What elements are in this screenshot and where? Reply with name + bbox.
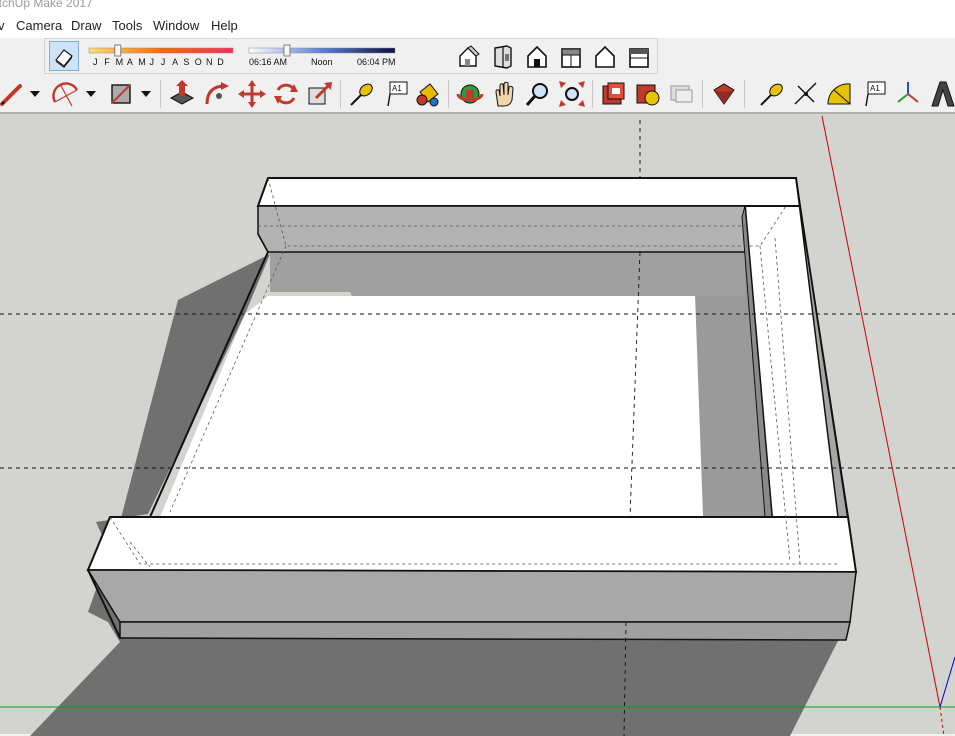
shadow-toolbar: JFMAMJJASOND 06:16 AM Noon 06:04 PM: [44, 38, 658, 74]
axes-icon[interactable]: [897, 82, 919, 103]
menu-view[interactable]: v: [0, 18, 5, 33]
month-label: A: [127, 57, 133, 67]
month-label: M: [116, 57, 124, 67]
month-label: J: [161, 57, 166, 67]
move-icon[interactable]: [238, 80, 266, 108]
time-slider-thumb[interactable]: [283, 44, 291, 57]
month-label: S: [183, 57, 189, 67]
left-view-icon[interactable]: [595, 45, 615, 68]
send-to-layout-icon[interactable]: [670, 85, 693, 103]
text-icon-label: A1: [392, 84, 402, 93]
shadows-toggle-icon: [55, 49, 73, 68]
red-axis-dashed: [939, 706, 945, 736]
pencil-dropdown[interactable]: [30, 91, 40, 97]
rectangle-icon[interactable]: [111, 84, 131, 104]
tape-measure-icon-2[interactable]: [760, 82, 785, 106]
zoom-icon[interactable]: [525, 83, 548, 106]
shadows-toggle-button[interactable]: [49, 41, 79, 71]
iso-view-icon[interactable]: [459, 45, 480, 67]
back-view-icon[interactable]: [561, 48, 581, 68]
3d-warehouse-icon[interactable]: [602, 82, 625, 105]
menu-help[interactable]: Help: [211, 18, 238, 33]
front-wall-base: [119, 621, 851, 641]
back-wall-top: [256, 177, 802, 207]
month-label: M: [138, 57, 146, 67]
text-icon[interactable]: A1: [387, 81, 408, 107]
time-mid-label: Noon: [311, 57, 333, 67]
views-toolbar: [451, 41, 651, 71]
drawing-viewport[interactable]: [0, 112, 955, 736]
push-pull-icon[interactable]: [169, 80, 195, 105]
menu-camera[interactable]: Camera: [16, 18, 62, 33]
month-label: J: [93, 57, 98, 67]
pan-icon[interactable]: [495, 81, 514, 107]
menu-tools[interactable]: Tools: [112, 18, 142, 33]
3d-text-icon[interactable]: [931, 81, 955, 107]
window-title: etchUp Make 2017: [0, 0, 93, 10]
scale-icon[interactable]: [308, 82, 332, 105]
interior-shadow-top: [270, 252, 745, 296]
text-label-icon-text: A1: [870, 84, 880, 93]
protractor-icon[interactable]: [827, 83, 851, 105]
month-label: O: [195, 57, 202, 67]
time-slider[interactable]: 06:16 AM Noon 06:04 PM: [245, 39, 405, 73]
orbit-icon[interactable]: [456, 84, 484, 104]
time-end-label: 06:04 PM: [357, 57, 396, 67]
zoom-extents-icon[interactable]: [559, 81, 585, 107]
time-start-label: 06:16 AM: [249, 57, 287, 67]
tape-measure-icon[interactable]: [350, 82, 375, 106]
month-label: D: [217, 57, 224, 67]
month-labels: JFMAMJJASOND: [93, 57, 224, 67]
month-label: A: [172, 57, 178, 67]
rectangle-dropdown[interactable]: [141, 91, 151, 97]
follow-me-icon[interactable]: [205, 82, 229, 105]
interior-floor: [160, 296, 703, 517]
menu-draw[interactable]: Draw: [71, 18, 101, 33]
arc-dropdown[interactable]: [86, 91, 96, 97]
dimension-icon[interactable]: [794, 82, 817, 105]
extension-warehouse-icon[interactable]: [636, 84, 660, 106]
ruby-console-icon[interactable]: [713, 83, 735, 105]
rotate-icon[interactable]: [274, 83, 298, 105]
main-toolbar: A1 A1: [0, 76, 955, 112]
right-view-icon[interactable]: [494, 45, 512, 69]
front-wall-front: [86, 569, 857, 623]
title-bar: etchUp Make 2017: [0, 0, 955, 12]
month-label: F: [104, 57, 110, 67]
month-label: N: [206, 57, 213, 67]
arc-icon[interactable]: [52, 82, 79, 107]
menu-bar: v Camera Draw Tools Window Help: [0, 12, 955, 38]
top-view-icon[interactable]: [629, 48, 649, 68]
pencil-icon[interactable]: [0, 84, 22, 106]
menu-window[interactable]: Window: [153, 18, 199, 33]
date-slider[interactable]: JFMAMJJASOND: [85, 39, 245, 73]
blue-axis: [939, 656, 955, 708]
date-slider-thumb[interactable]: [114, 44, 122, 57]
text-label-icon[interactable]: A1: [865, 81, 886, 107]
month-label: J: [150, 57, 155, 67]
front-view-icon[interactable]: [527, 45, 547, 68]
back-wall-front: [257, 205, 746, 253]
paint-bucket-icon[interactable]: [416, 83, 439, 107]
